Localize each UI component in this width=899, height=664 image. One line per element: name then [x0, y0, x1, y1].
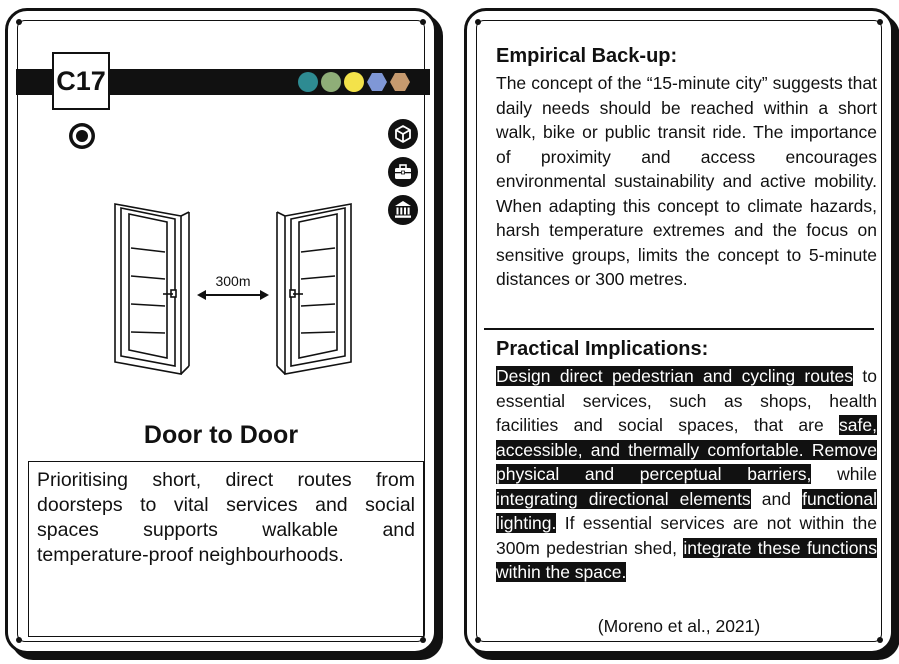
card-description: Prioritising short, direct routes from d… — [28, 461, 424, 637]
empirical-body: The concept of the “15-minute city” sugg… — [496, 73, 877, 289]
corner-dot — [16, 19, 22, 25]
swatch-yellow — [344, 72, 364, 92]
doors-illustration: 300m — [114, 203, 352, 375]
citation: (Moreno et al., 2021) — [597, 616, 761, 636]
swatch-teal — [298, 72, 318, 92]
body-text: and — [750, 488, 803, 509]
corner-dot — [475, 637, 481, 643]
practical-body: Design direct pedestrian and cycling rou… — [496, 364, 877, 585]
distance-arrow — [197, 290, 269, 300]
swatch-blue — [367, 73, 387, 91]
card-front: C17 300m Door to Door Prioritising short… — [5, 8, 437, 654]
body-text: while — [811, 464, 877, 484]
target-icon — [69, 123, 95, 149]
bank-icon — [388, 195, 418, 225]
corner-dot — [420, 637, 426, 643]
corner-dot — [877, 19, 883, 25]
swatch-green — [321, 72, 341, 92]
card-back: Empirical Back-up: The concept of the “1… — [464, 8, 894, 654]
highlight-text: integrating directional elements — [496, 488, 751, 509]
distance-label: 300m — [215, 273, 250, 289]
corner-dot — [877, 637, 883, 643]
category-swatches — [298, 72, 410, 92]
corner-dot — [475, 19, 481, 25]
right-door — [276, 203, 352, 375]
cube-icon — [388, 119, 418, 149]
section-divider — [484, 328, 874, 330]
card-code: C17 — [52, 52, 110, 110]
corner-dot — [420, 19, 426, 25]
highlight-text: Design direct pedestrian and cycling rou… — [496, 366, 854, 386]
card-title: Door to Door — [143, 421, 299, 449]
briefcase-icon — [388, 157, 418, 187]
practical-heading: Practical Implications: — [496, 338, 709, 360]
empirical-heading: Empirical Back-up: — [496, 45, 678, 67]
swatch-tan — [390, 73, 410, 91]
left-door — [114, 203, 190, 375]
corner-dot — [16, 637, 22, 643]
